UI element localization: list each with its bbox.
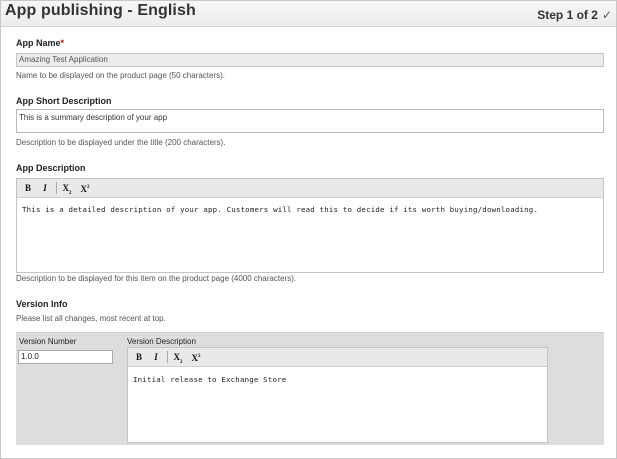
checkmark-icon: ✓ (601, 8, 612, 22)
app-name-label: App Name* (16, 38, 64, 48)
version-description-label: Version Description (127, 337, 196, 346)
version-description-text[interactable]: Initial release to Exchange Store (133, 375, 542, 384)
step-text: Step 1 of 2 (537, 8, 598, 22)
superscript-button[interactable]: X2 (79, 182, 91, 194)
publishing-form: App publishing - English Step 1 of 2 ✓ Ap… (0, 0, 617, 459)
subscript-button[interactable]: X2 (61, 182, 73, 196)
subscript-mark: 2 (180, 359, 183, 365)
version-info-help: Please list all changes, most recent at … (16, 314, 166, 323)
required-mark: * (60, 38, 65, 48)
bold-button[interactable]: B (22, 182, 34, 194)
app-description-help: Description to be displayed for this ite… (16, 274, 297, 283)
app-name-help: Name to be displayed on the product page… (16, 71, 226, 80)
app-name-label-text: App Name (16, 38, 61, 48)
short-description-help: Description to be displayed under the ti… (16, 138, 226, 147)
app-description-label: App Description (16, 163, 86, 173)
app-description-editor[interactable]: B I X2 X2 This is a detailed description… (16, 178, 604, 273)
short-description-field[interactable]: This is a summary description of your ap… (16, 109, 604, 133)
editor-toolbar: B I X2 X2 (17, 179, 603, 198)
editor-toolbar: B I X2 X2 (128, 348, 547, 367)
version-info-label: Version Info (16, 299, 68, 309)
superscript-mark: 2 (87, 185, 90, 190)
toolbar-divider (167, 351, 168, 363)
bold-button[interactable]: B (133, 351, 145, 363)
form-header: App publishing - English Step 1 of 2 ✓ (1, 1, 616, 27)
italic-button[interactable]: I (150, 351, 162, 363)
subscript-button[interactable]: X2 (172, 351, 184, 365)
superscript-mark: 2 (198, 354, 201, 359)
step-indicator: Step 1 of 2 ✓ (537, 8, 612, 22)
version-panel: Version Number 1.0.0 Version Description… (16, 332, 604, 445)
app-name-field[interactable]: Amazing Test Application (16, 53, 604, 67)
app-description-text[interactable]: This is a detailed description of your a… (22, 205, 598, 214)
superscript-button[interactable]: X2 (190, 351, 202, 363)
toolbar-divider (56, 182, 57, 194)
version-number-field[interactable]: 1.0.0 (18, 350, 113, 364)
version-number-label: Version Number (19, 337, 77, 346)
page-title: App publishing - English (5, 2, 196, 19)
subscript-mark: 2 (69, 190, 72, 196)
version-description-editor[interactable]: B I X2 X2 Initial release to Exchange St… (127, 347, 548, 443)
italic-button[interactable]: I (39, 182, 51, 194)
short-description-label: App Short Description (16, 96, 112, 106)
